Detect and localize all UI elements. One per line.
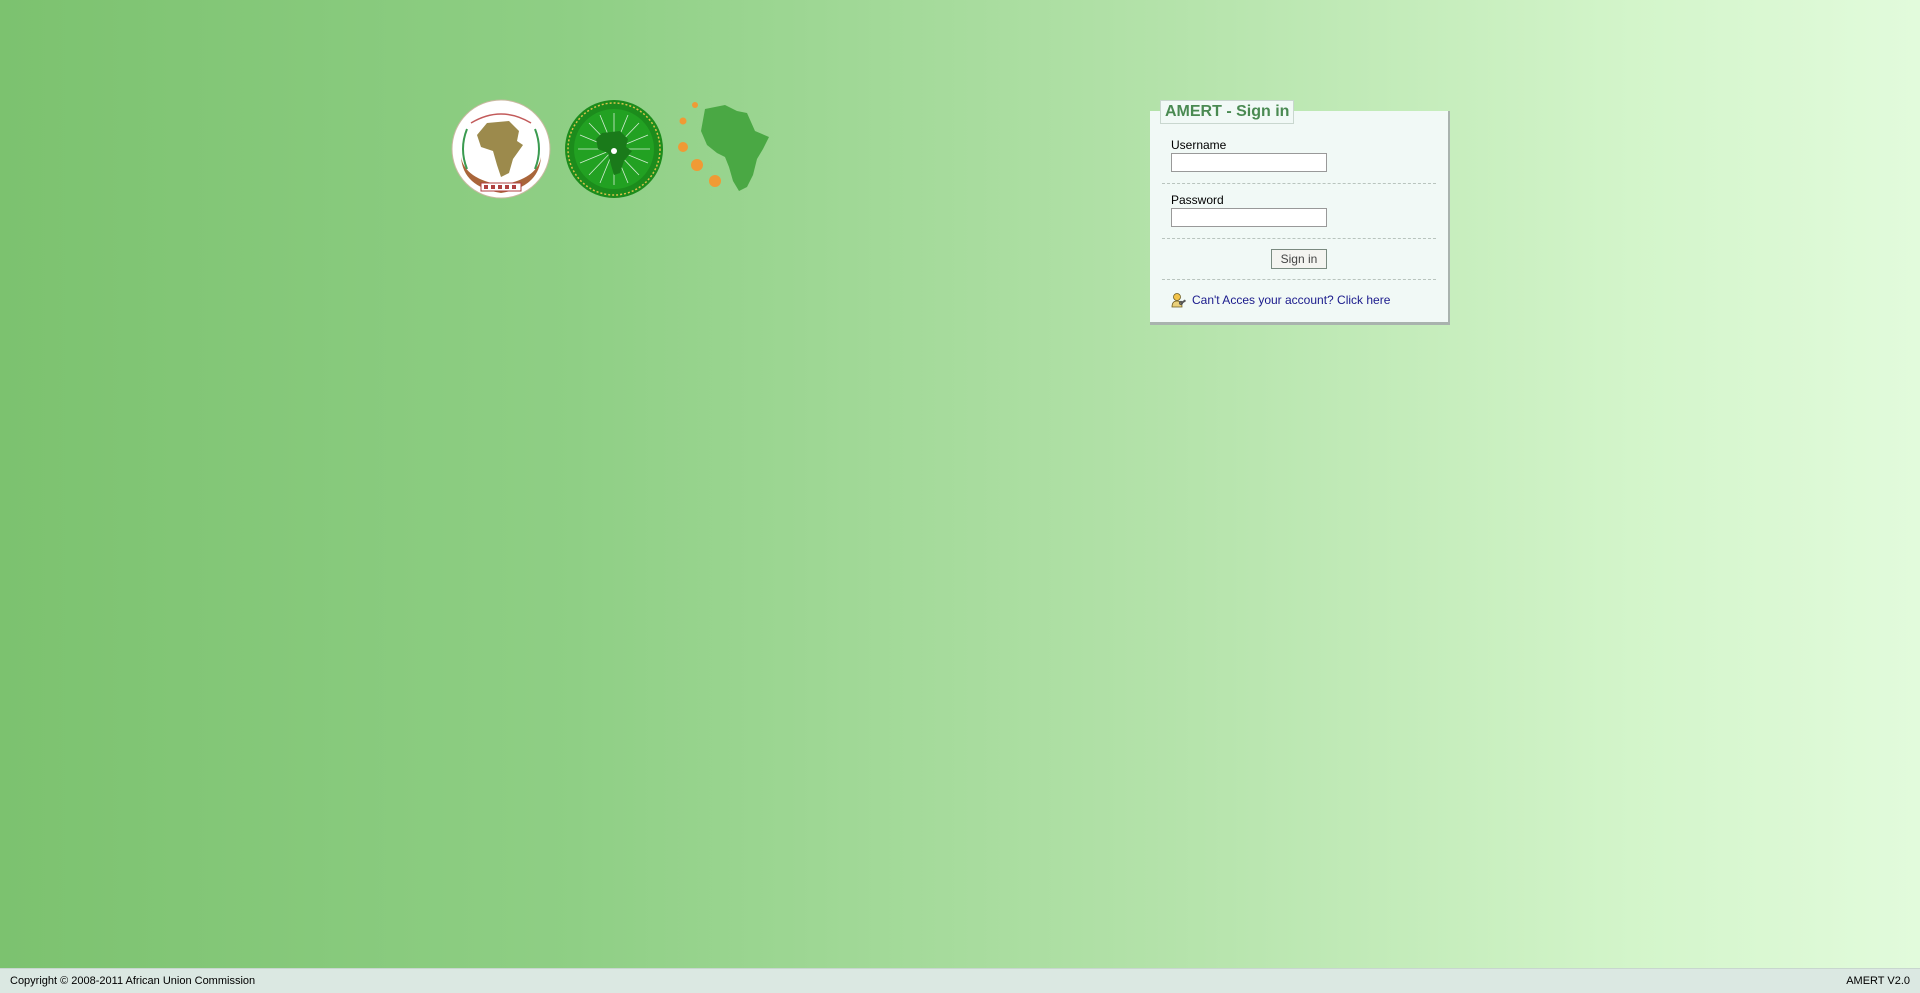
signin-button[interactable]: Sign in xyxy=(1271,249,1327,269)
username-label: Username xyxy=(1171,138,1227,152)
divider xyxy=(1162,183,1436,184)
username-input[interactable] xyxy=(1171,153,1327,172)
account-help-row: Can't Acces your account? Click here xyxy=(1171,291,1390,309)
footer-copyright: Copyright © 2008-2011 African Union Comm… xyxy=(10,975,256,987)
african-union-seal-icon xyxy=(565,100,663,198)
password-label: Password xyxy=(1171,193,1224,207)
african-union-emblem-icon xyxy=(451,99,551,199)
password-input[interactable] xyxy=(1171,208,1327,227)
divider xyxy=(1162,238,1436,239)
account-help-link[interactable]: Can't Acces your account? Click here xyxy=(1192,293,1390,307)
footer: Copyright © 2008-2011 African Union Comm… xyxy=(0,968,1920,993)
footer-version: AMERT V2.0 xyxy=(1846,975,1910,987)
signin-panel: AMERT - Sign in Username Password Sign i… xyxy=(1150,100,1450,325)
logo-strip xyxy=(451,99,781,204)
signin-title: AMERT - Sign in xyxy=(1160,100,1295,124)
divider xyxy=(1162,279,1436,280)
africa-map-icon xyxy=(678,102,769,191)
key-user-icon xyxy=(1171,293,1187,308)
